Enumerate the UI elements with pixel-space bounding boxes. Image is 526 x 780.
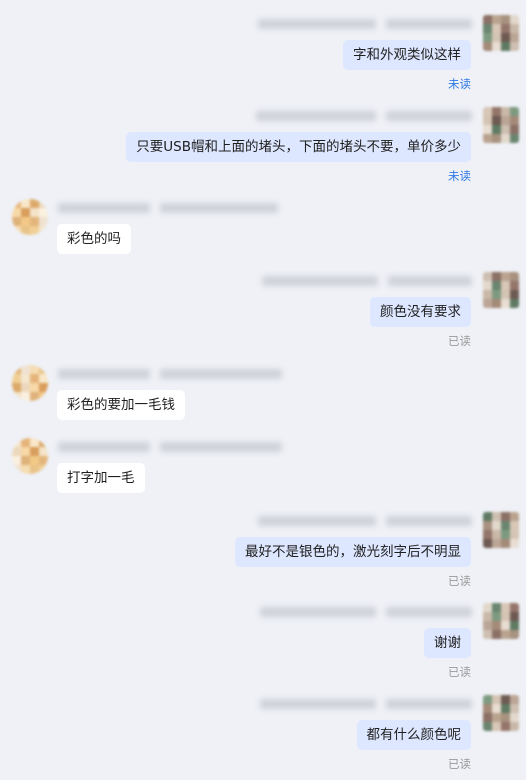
avatar[interactable] bbox=[12, 365, 48, 401]
read-status: 已读 bbox=[448, 665, 471, 679]
sender-meta-blurred bbox=[260, 607, 472, 619]
message-bubble[interactable]: 字和外观类似这样 bbox=[343, 40, 471, 70]
message-bubble[interactable]: 颜色没有要求 bbox=[370, 297, 471, 327]
avatar[interactable] bbox=[12, 438, 48, 474]
sender-meta-blurred bbox=[58, 369, 282, 381]
chat-history[interactable]: 字和外观类似这样 未读 只要USB帽和上面的堵头，下面的堵头不要，单价多少 未读… bbox=[0, 0, 526, 780]
sender-meta-blurred bbox=[260, 699, 472, 711]
avatar[interactable] bbox=[483, 15, 519, 51]
message-bubble[interactable]: 打字加一毛 bbox=[57, 463, 145, 493]
message-bubble[interactable]: 谢谢 bbox=[424, 628, 471, 658]
sender-meta-blurred bbox=[58, 203, 278, 215]
sender-meta-blurred bbox=[258, 19, 472, 31]
avatar[interactable] bbox=[483, 272, 519, 308]
sender-meta-blurred bbox=[256, 111, 472, 123]
avatar[interactable] bbox=[483, 512, 519, 548]
message-bubble[interactable]: 只要USB帽和上面的堵头，下面的堵头不要，单价多少 bbox=[126, 132, 471, 162]
sender-meta-blurred bbox=[258, 516, 472, 528]
unread-status: 未读 bbox=[448, 169, 471, 183]
message-bubble[interactable]: 最好不是银色的，激光刻字后不明显 bbox=[235, 537, 471, 567]
sender-meta-blurred bbox=[262, 276, 472, 288]
avatar[interactable] bbox=[483, 695, 519, 731]
read-status: 已读 bbox=[448, 334, 471, 348]
message-bubble[interactable]: 都有什么颜色呢 bbox=[356, 720, 471, 750]
unread-status: 未读 bbox=[448, 77, 471, 91]
message-bubble[interactable]: 彩色的吗 bbox=[57, 224, 131, 254]
sender-meta-blurred bbox=[58, 442, 282, 454]
message-bubble[interactable]: 彩色的要加一毛钱 bbox=[57, 390, 185, 420]
avatar[interactable] bbox=[483, 107, 519, 143]
read-status: 已读 bbox=[448, 757, 471, 771]
avatar[interactable] bbox=[483, 603, 519, 639]
read-status: 已读 bbox=[448, 574, 471, 588]
avatar[interactable] bbox=[12, 199, 48, 235]
